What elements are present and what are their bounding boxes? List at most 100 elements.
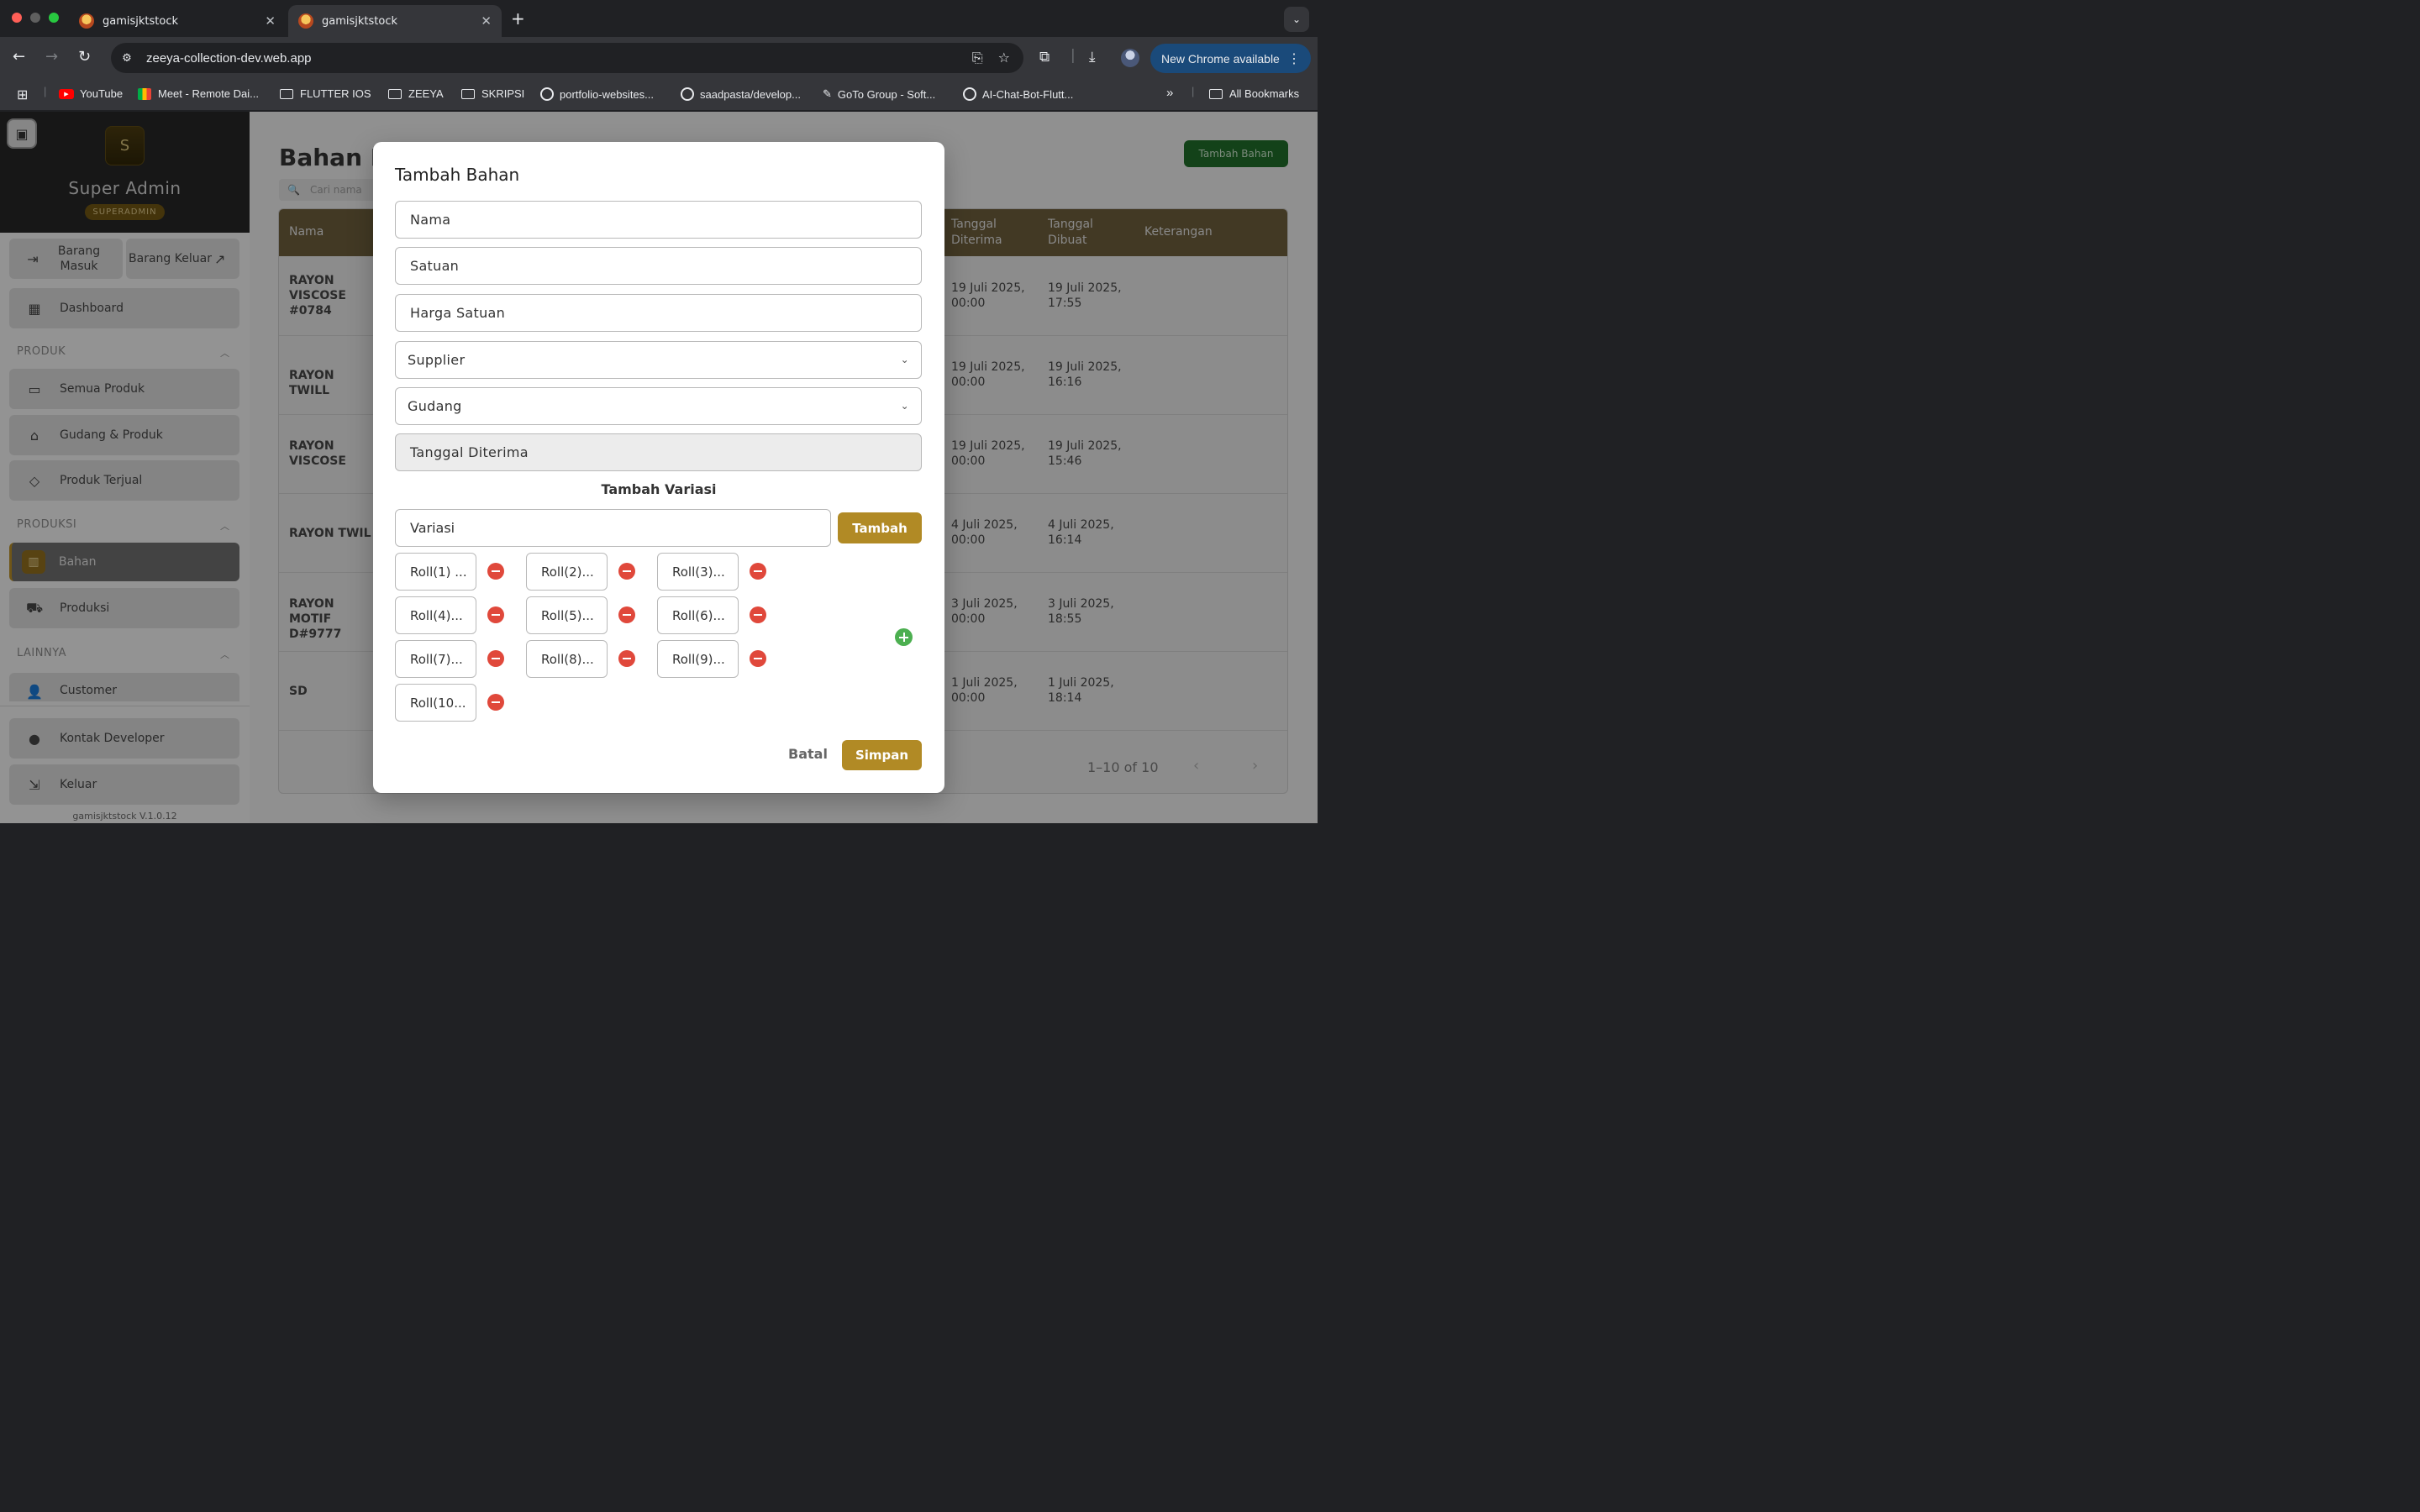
add-circle-icon[interactable] [895,628,913,646]
youtube-icon: ▶ [59,88,74,99]
tambah-bahan-dialog: Tambah Bahan Nama Satuan Harga Satuan Su… [373,142,944,793]
maximize-window-button[interactable] [49,13,59,23]
address-bar[interactable]: ⚙ zeeya-collection-dev.web.app ⎘ ☆ [111,43,1023,73]
roll-chip[interactable]: Roll(8)... [526,640,608,678]
close-window-button[interactable] [12,13,22,23]
forward-arrow-icon[interactable]: → [45,48,58,66]
roll-chip[interactable]: Roll(9)... [657,640,739,678]
folder-icon [280,88,293,99]
bookmark-meet[interactable]: Meet - Remote Dai... [138,87,259,100]
remove-circle-icon[interactable] [618,606,635,623]
roll-chip[interactable]: Roll(2)... [526,553,608,591]
chrome-update-button[interactable]: New Chrome available ⋮ [1150,44,1311,73]
simpan-button[interactable]: Simpan [842,740,922,770]
roll-chip[interactable]: Roll(4)... [395,596,476,634]
browser-tab[interactable]: gamisjktstock ✕ [69,5,286,37]
bookmark-label: YouTube [80,87,124,100]
bookmark-label: All Bookmarks [1229,87,1300,100]
supplier-select[interactable]: Supplier ⌄ [395,341,922,379]
folder-icon [461,88,475,99]
tab-title: gamisjktstock [322,14,398,28]
bookmark-portfolio[interactable]: portfolio-websites... [540,87,654,101]
tanggal-diterima-field[interactable]: Tanggal Diterima [395,433,922,471]
remove-circle-icon[interactable] [618,650,635,667]
bookmark-label: SKRIPSI [481,87,525,100]
remove-circle-icon[interactable] [618,563,635,580]
bookmark-label: AI-Chat-Bot-Flutt... [982,87,1074,101]
roll-chip[interactable]: Roll(10... [395,684,476,722]
satuan-field[interactable]: Satuan [395,247,922,285]
bookmark-flutter-ios[interactable]: FLUTTER IOS [280,87,371,100]
close-tab-icon[interactable]: ✕ [481,13,492,29]
bookmark-youtube[interactable]: ▶ YouTube [59,87,123,100]
apps-grid-icon[interactable]: ⊞ [17,87,28,103]
site-settings-icon[interactable]: ⚙ [119,50,134,66]
bookmark-label: Meet - Remote Dai... [158,87,259,100]
remove-circle-icon[interactable] [487,563,504,580]
variasi-placeholder: Variasi [410,520,455,536]
roll-chip[interactable]: Roll(5)... [526,596,608,634]
bookmark-saadpasta[interactable]: saadpasta/develop... [681,87,801,101]
site-favicon-icon [79,13,94,29]
bookmark-goto[interactable]: ✎ GoTo Group - Soft... [823,87,935,101]
remove-circle-icon[interactable] [750,563,766,580]
bookmark-ai-chat[interactable]: AI-Chat-Bot-Flutt... [963,87,1073,101]
bookmark-label: ZEEYA [408,87,444,100]
address-bar-actions: ⎘ ☆ [972,50,1010,66]
supplier-placeholder: Supplier [408,352,466,368]
chevron-down-icon: ⌄ [900,354,909,365]
gudang-select[interactable]: Gudang ⌄ [395,387,922,425]
github-icon [540,87,554,101]
new-tab-icon[interactable]: + [511,8,525,29]
pen-icon: ✎ [823,87,832,100]
browser-tab-active[interactable]: gamisjktstock ✕ [288,5,502,37]
bookmark-label: saadpasta/develop... [700,87,801,101]
browser-toolbar: ← → ↻ ⚙ zeeya-collection-dev.web.app ⎘ ☆… [0,37,1318,79]
more-bookmarks-icon[interactable]: » [1166,86,1173,100]
url-text: zeeya-collection-dev.web.app [146,50,312,66]
satuan-placeholder: Satuan [410,258,460,274]
roll-chip[interactable]: Roll(3)... [657,553,739,591]
github-icon [681,87,694,101]
bookmark-star-icon[interactable]: ☆ [998,50,1010,66]
dialog-title: Tambah Bahan [395,165,520,185]
extensions-icon[interactable]: ⧉ [1039,49,1050,66]
harga-satuan-field[interactable]: Harga Satuan [395,294,922,332]
remove-circle-icon[interactable] [750,606,766,623]
install-app-icon[interactable]: ⎘ [972,50,983,66]
tab-search-chevron-icon[interactable]: ⌄ [1284,7,1309,32]
roll-chip[interactable]: Roll(6)... [657,596,739,634]
remove-circle-icon[interactable] [487,694,504,711]
back-arrow-icon[interactable]: ← [13,48,25,66]
profile-avatar[interactable] [1121,49,1139,67]
remove-circle-icon[interactable] [487,606,504,623]
close-tab-icon[interactable]: ✕ [265,13,276,29]
remove-circle-icon[interactable] [487,650,504,667]
minimize-window-button[interactable] [30,13,40,23]
browser-tab-bar: gamisjktstock ✕ gamisjktstock ✕ + ⌄ [0,0,1318,37]
tab-title: gamisjktstock [103,14,179,28]
bookmark-zeeya[interactable]: ZEEYA [388,87,444,100]
roll-chip[interactable]: Roll(1) ... [395,553,476,591]
bookmark-skripsi[interactable]: SKRIPSI [461,87,524,100]
toolbar-separator: | [1071,47,1076,64]
all-bookmarks[interactable]: All Bookmarks [1209,87,1299,100]
nama-placeholder: Nama [410,212,451,228]
tambah-variasi-button[interactable]: Tambah [838,512,922,543]
variasi-input[interactable]: Variasi [395,509,831,547]
reload-icon[interactable]: ↻ [78,48,91,66]
batal-button[interactable]: Batal [788,746,828,762]
bookmark-label: FLUTTER IOS [300,87,371,100]
nama-field[interactable]: Nama [395,201,922,239]
downloads-icon[interactable]: ⤓ [1089,49,1096,66]
chevron-down-icon: ⌄ [900,400,909,412]
bookmark-label: portfolio-websites... [560,87,654,101]
more-vert-icon[interactable]: ⋮ [1287,50,1301,67]
remove-circle-icon[interactable] [750,650,766,667]
site-favicon-icon [298,13,313,29]
tanggal-diterima-placeholder: Tanggal Diterima [410,444,529,460]
bookmarks-bar: ⊞ | ▶ YouTube Meet - Remote Dai... FLUTTE… [0,79,1318,111]
bookmark-separator: | [1192,85,1195,97]
roll-chip[interactable]: Roll(7)... [395,640,476,678]
tambah-variasi-heading: Tambah Variasi [601,481,717,497]
